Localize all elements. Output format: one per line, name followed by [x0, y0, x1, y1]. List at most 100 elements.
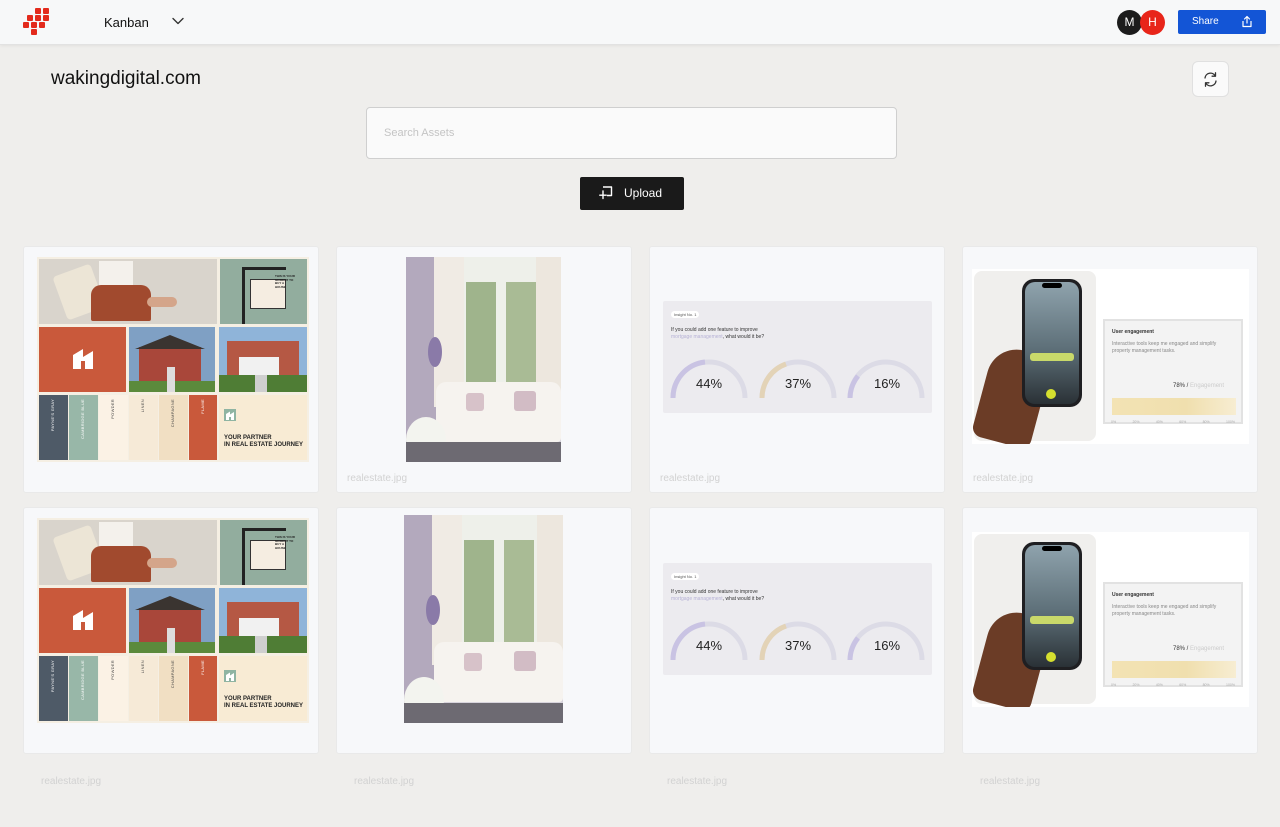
asset-thumbnail	[404, 515, 563, 723]
scale-label: 100%	[1226, 683, 1235, 687]
scale-row: 0% 20% 40% 60% 80% 100%	[1111, 420, 1235, 424]
refresh-button[interactable]	[1192, 61, 1229, 97]
upload-icon	[599, 186, 613, 200]
asset-card[interactable]	[336, 507, 632, 754]
search-input[interactable]	[366, 107, 897, 159]
gauge-value: 37%	[785, 376, 812, 391]
house-photo-tile	[219, 327, 307, 392]
scale-label: 80%	[1202, 420, 1210, 424]
avatar-m[interactable]: M	[1117, 10, 1142, 35]
house-photo-tile	[129, 327, 215, 392]
gauge-value: 16%	[874, 376, 901, 391]
swatch-champagne: CHAMPAGNE	[159, 395, 188, 460]
chevron-down-icon[interactable]	[172, 16, 184, 26]
engagement-panel: User engagement Interactive tools keep m…	[1103, 582, 1243, 687]
swatch-label: CHAMPAGNE	[170, 660, 175, 689]
swatch-label: POWDER	[110, 660, 115, 680]
asset-card[interactable]: User engagement Interactive tools keep m…	[962, 246, 1258, 493]
asset-thumbnail	[406, 257, 561, 462]
tagline-tile: YOUR PARTNER IN REAL ESTATE JOURNEY	[219, 656, 307, 721]
page-title: wakingdigital.com	[51, 68, 201, 89]
asset-card[interactable]: Insight No. 1 If you could add one featu…	[649, 246, 945, 493]
swatch-label: LINEN	[140, 399, 145, 413]
upload-button[interactable]: Upload	[580, 177, 684, 210]
gauge-value: 44%	[696, 376, 723, 391]
photo-tile	[39, 520, 217, 585]
asset-filename: realestate.jpg	[347, 473, 408, 484]
engagement-bar	[1112, 661, 1236, 678]
house-icon	[224, 670, 236, 682]
asset-filename: realestate.jpg	[354, 776, 415, 787]
panel-title: User engagement	[1112, 329, 1154, 335]
swatch-champagne: CHAMPAGNE	[159, 656, 188, 721]
swatch-label: PAYNE'S GRAY	[50, 660, 55, 693]
scale-label: 40%	[1155, 683, 1163, 687]
sign-text: THIS IS YOUR MOMENT TO BUY A HOUSE	[275, 274, 295, 289]
tagline-line2: IN REAL ESTATE JOURNEY	[224, 703, 304, 709]
scale-label: 20%	[1132, 420, 1140, 424]
avatar-h[interactable]: H	[1140, 10, 1165, 35]
scale-label: 40%	[1155, 420, 1163, 424]
asset-thumbnail: Insight No. 1 If you could add one featu…	[663, 563, 932, 675]
scale-label: 100%	[1226, 420, 1235, 424]
phone-mockup	[1022, 279, 1082, 407]
tagline-tile: YOUR PARTNER IN REAL ESTATE JOURNEY	[219, 395, 307, 460]
survey-badge: Insight No. 1	[671, 311, 700, 318]
house-icon	[224, 409, 236, 421]
swatch-flame: FLAME	[189, 656, 217, 721]
asset-filename: realestate.jpg	[667, 776, 728, 787]
swatch-flame: FLAME	[189, 395, 217, 460]
scale-label: 60%	[1179, 420, 1187, 424]
swatch-label: FLAME	[200, 399, 205, 414]
swatch-paynes-gray: PAYNE'S GRAY	[39, 395, 68, 460]
swatch-cambridge-blue: CAMBRIDGE BLUE	[69, 395, 98, 460]
swatch-label: FLAME	[200, 660, 205, 675]
stat-value: 78% /	[1173, 646, 1189, 652]
stat-label: Engagement	[1190, 646, 1225, 652]
asset-filename: realestate.jpg	[980, 776, 1041, 787]
swatch-paynes-gray: PAYNE'S GRAY	[39, 656, 68, 721]
swatch-linen: LINEN	[129, 395, 158, 460]
asset-thumbnail: User engagement Interactive tools keep m…	[972, 532, 1249, 707]
house-photo-tile	[219, 588, 307, 653]
panel-text: Interactive tools keep me engaged and si…	[1112, 604, 1217, 617]
asset-filename: realestate.jpg	[973, 473, 1034, 484]
sign-tile	[220, 259, 307, 324]
survey-question-line1: If you could add one feature to improve	[671, 589, 758, 595]
asset-thumbnail: Insight No. 1 If you could add one featu…	[663, 301, 932, 413]
tagline-line2: IN REAL ESTATE JOURNEY	[224, 442, 304, 448]
gauge-value: 37%	[785, 638, 812, 653]
swatch-powder: POWDER	[99, 656, 128, 721]
stat-value: 78% /	[1173, 383, 1189, 389]
sign-text: THIS IS YOUR MOMENT TO BUY A HOUSE	[275, 535, 295, 550]
logo-tile	[39, 327, 126, 392]
photo-tile	[39, 259, 217, 324]
grid-logo-icon[interactable]	[23, 8, 53, 36]
house-icon	[73, 610, 93, 630]
engagement-panel: User engagement Interactive tools keep m…	[1103, 319, 1243, 424]
swatch-label: PAYNE'S GRAY	[50, 399, 55, 432]
asset-card[interactable]: User engagement Interactive tools keep m…	[962, 507, 1258, 754]
asset-thumbnail: PAYNE'S GRAY CAMBRIDGE BLUE POWDER LINEN…	[37, 518, 309, 723]
swatch-linen: LINEN	[129, 656, 158, 721]
swatch-label: CAMBRIDGE BLUE	[80, 660, 85, 700]
board-name[interactable]: Kanban	[104, 15, 149, 30]
swatch-powder: POWDER	[99, 395, 128, 460]
survey-question-line2: , what would it be?	[722, 334, 765, 340]
gauge-value: 44%	[696, 638, 723, 653]
scale-label: 60%	[1179, 683, 1187, 687]
panel-title: User engagement	[1112, 592, 1154, 598]
sign-tile	[220, 520, 307, 585]
swatch-label: POWDER	[110, 399, 115, 419]
house-photo-tile	[129, 588, 215, 653]
top-bar: Kanban M H Share	[0, 0, 1280, 45]
tagline-line1: YOUR PARTNER	[224, 435, 272, 441]
asset-card[interactable]: realestate.jpg	[336, 246, 632, 493]
survey-badge: Insight No. 1	[671, 573, 700, 580]
asset-filename: realestate.jpg	[41, 776, 102, 787]
share-button[interactable]: Share	[1178, 10, 1266, 34]
survey-question-line1: If you could add one feature to improve	[671, 327, 758, 333]
scale-label: 80%	[1202, 683, 1210, 687]
survey-question-highlight: mortgage management	[671, 596, 723, 602]
asset-card[interactable]: Insight No. 1 If you could add one featu…	[649, 507, 945, 754]
